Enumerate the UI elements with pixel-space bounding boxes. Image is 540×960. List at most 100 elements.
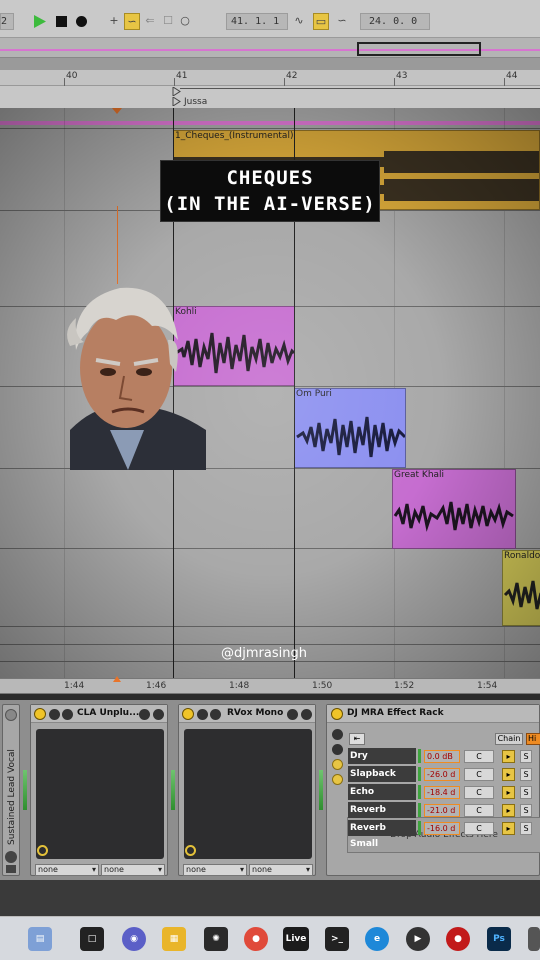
wrench-icon[interactable]	[210, 709, 221, 720]
stop-icon[interactable]	[56, 16, 67, 27]
chain-row-slapback[interactable]: Slapback -26.0 d C ▸ S	[348, 766, 540, 782]
locator-marker-icon[interactable]	[172, 97, 181, 106]
play-icon[interactable]	[33, 14, 47, 29]
y-param-select[interactable]: none	[101, 864, 165, 876]
device-on-icon[interactable]	[182, 708, 194, 720]
session-record-icon[interactable]: ○	[177, 13, 193, 30]
wrench-icon[interactable]	[62, 709, 73, 720]
punch-icon[interactable]: ∽	[334, 13, 350, 30]
draw-mode-icon[interactable]: ∿	[291, 13, 307, 30]
file-explorer-icon[interactable]: ▦	[162, 927, 186, 951]
chain-name[interactable]: Reverb	[348, 802, 416, 818]
xy-pad[interactable]	[36, 729, 164, 859]
device-rvox-mono[interactable]: RVox Mono none none	[178, 704, 316, 876]
speaker-icon[interactable]: ▸	[502, 786, 515, 799]
speaker-icon[interactable]: ▸	[502, 768, 515, 781]
y-param-select[interactable]: none	[249, 864, 313, 876]
devices-icon[interactable]	[332, 774, 343, 785]
chain-volume[interactable]: -26.0 d	[424, 768, 460, 781]
chain-row-echo[interactable]: Echo -18.4 d C ▸ S	[348, 784, 540, 800]
chain-pan[interactable]: C	[464, 750, 494, 763]
back-to-arrangement-icon[interactable]: ⇐	[142, 13, 158, 30]
edge-icon[interactable]: e	[365, 927, 389, 951]
media-player-icon[interactable]: ▶	[406, 927, 430, 951]
network-icon[interactable]: ✺	[204, 927, 228, 951]
save-preset-icon[interactable]	[153, 709, 164, 720]
chain-name[interactable]: Echo	[348, 784, 416, 800]
beat-time-ruler[interactable]: 40 41 42 43 44	[0, 70, 540, 86]
xy-handle[interactable]	[37, 845, 48, 856]
speaker-icon[interactable]: ▸	[502, 804, 515, 817]
chain-list-icon[interactable]	[332, 759, 343, 770]
solo-button[interactable]: S	[520, 786, 532, 799]
photoshop-icon[interactable]: Ps	[487, 927, 511, 951]
chrome-icon[interactable]: ●	[244, 927, 268, 951]
plugin-edit-icon[interactable]	[139, 709, 150, 720]
arrangement-overview[interactable]	[0, 38, 540, 58]
hide-button[interactable]: Hi	[526, 733, 540, 745]
solo-button[interactable]: S	[520, 822, 532, 835]
chain-volume[interactable]: -16.0 d	[424, 822, 460, 835]
chain-pan[interactable]: C	[464, 768, 494, 781]
device-on-icon[interactable]	[331, 708, 343, 720]
ableton-live-icon[interactable]: Live	[283, 927, 309, 951]
solo-button[interactable]: S	[520, 804, 532, 817]
speaker-icon[interactable]: ▸	[502, 822, 515, 835]
xy-pad[interactable]	[184, 729, 312, 859]
clip-great-khali[interactable]: Great Khali	[392, 469, 516, 549]
record-button-icon[interactable]	[76, 16, 87, 27]
random-icon[interactable]	[332, 744, 343, 755]
chain-volume[interactable]: -21.0 d	[424, 804, 460, 817]
fold-icon[interactable]	[49, 709, 60, 720]
chain-row-reverb[interactable]: Reverb -21.0 d C ▸ S	[348, 802, 540, 818]
solo-button[interactable]: S	[520, 768, 532, 781]
loop-length[interactable]: 24. 0. 0	[360, 13, 430, 30]
chain-name[interactable]: Reverb Small	[348, 820, 416, 849]
apps-icon[interactable]	[528, 927, 540, 951]
clip-ronaldo[interactable]: Ronaldo	[502, 550, 540, 626]
expand-icon[interactable]: ⇤	[349, 733, 365, 745]
chain-row-dry[interactable]: Dry 0.0 dB C ▸ S	[348, 748, 540, 764]
capture-icon[interactable]: ☐	[160, 13, 176, 30]
x-param-select[interactable]: none	[183, 864, 247, 876]
chain-name[interactable]: Slapback	[348, 766, 416, 782]
follow-icon[interactable]: ∽	[124, 13, 140, 30]
chain-pan[interactable]: C	[464, 822, 494, 835]
widgets-icon[interactable]: ▤	[28, 927, 52, 951]
chain-volume[interactable]: -18.4 d	[424, 786, 460, 799]
loop-icon[interactable]: ▭	[313, 13, 329, 30]
device-name: DJ MRA Effect Rack	[347, 708, 444, 718]
plugin-edit-icon[interactable]	[287, 709, 298, 720]
chain-volume[interactable]: 0.0 dB	[424, 750, 460, 763]
x-param-select[interactable]: none	[35, 864, 99, 876]
add-icon[interactable]: +	[106, 13, 122, 30]
save-preset-icon[interactable]	[301, 709, 312, 720]
track-activator-icon[interactable]	[5, 709, 17, 721]
record-icon[interactable]: ●	[446, 927, 470, 951]
overview-view-window[interactable]	[357, 42, 481, 56]
chain-pan[interactable]: C	[464, 786, 494, 799]
chain-pan[interactable]: C	[464, 804, 494, 817]
save-icon[interactable]	[6, 865, 16, 873]
time-ruler[interactable]: 1:44 1:46 1:48 1:50 1:52 1:54	[0, 676, 540, 694]
chain-row-reverb-small[interactable]: Reverb Small -16.0 d C ▸ S	[348, 820, 540, 849]
chain-button[interactable]: Chain	[495, 733, 523, 745]
locator-lane[interactable]: Jussa	[0, 86, 540, 108]
device-cla-unplugged[interactable]: CLA Unplu... none none	[30, 704, 168, 876]
locator-jussa[interactable]: Jussa	[184, 97, 207, 107]
chain-name[interactable]: Dry	[348, 748, 416, 764]
teams-icon[interactable]: ◉	[122, 927, 146, 951]
clip-om-puri[interactable]: Om Puri	[294, 388, 406, 468]
macro-icon[interactable]	[332, 729, 343, 740]
arrangement-position[interactable]: 41. 1. 1	[226, 13, 288, 30]
xy-handle[interactable]	[185, 845, 196, 856]
power-icon[interactable]	[5, 851, 17, 863]
task-view-icon[interactable]: □	[80, 927, 104, 951]
level-meter	[319, 770, 323, 810]
track-title-strip[interactable]: Sustained Lead Vocal	[2, 704, 20, 876]
terminal-icon[interactable]: >_	[325, 927, 349, 951]
device-on-icon[interactable]	[34, 708, 46, 720]
speaker-icon[interactable]: ▸	[502, 750, 515, 763]
fold-icon[interactable]	[197, 709, 208, 720]
solo-button[interactable]: S	[520, 750, 532, 763]
